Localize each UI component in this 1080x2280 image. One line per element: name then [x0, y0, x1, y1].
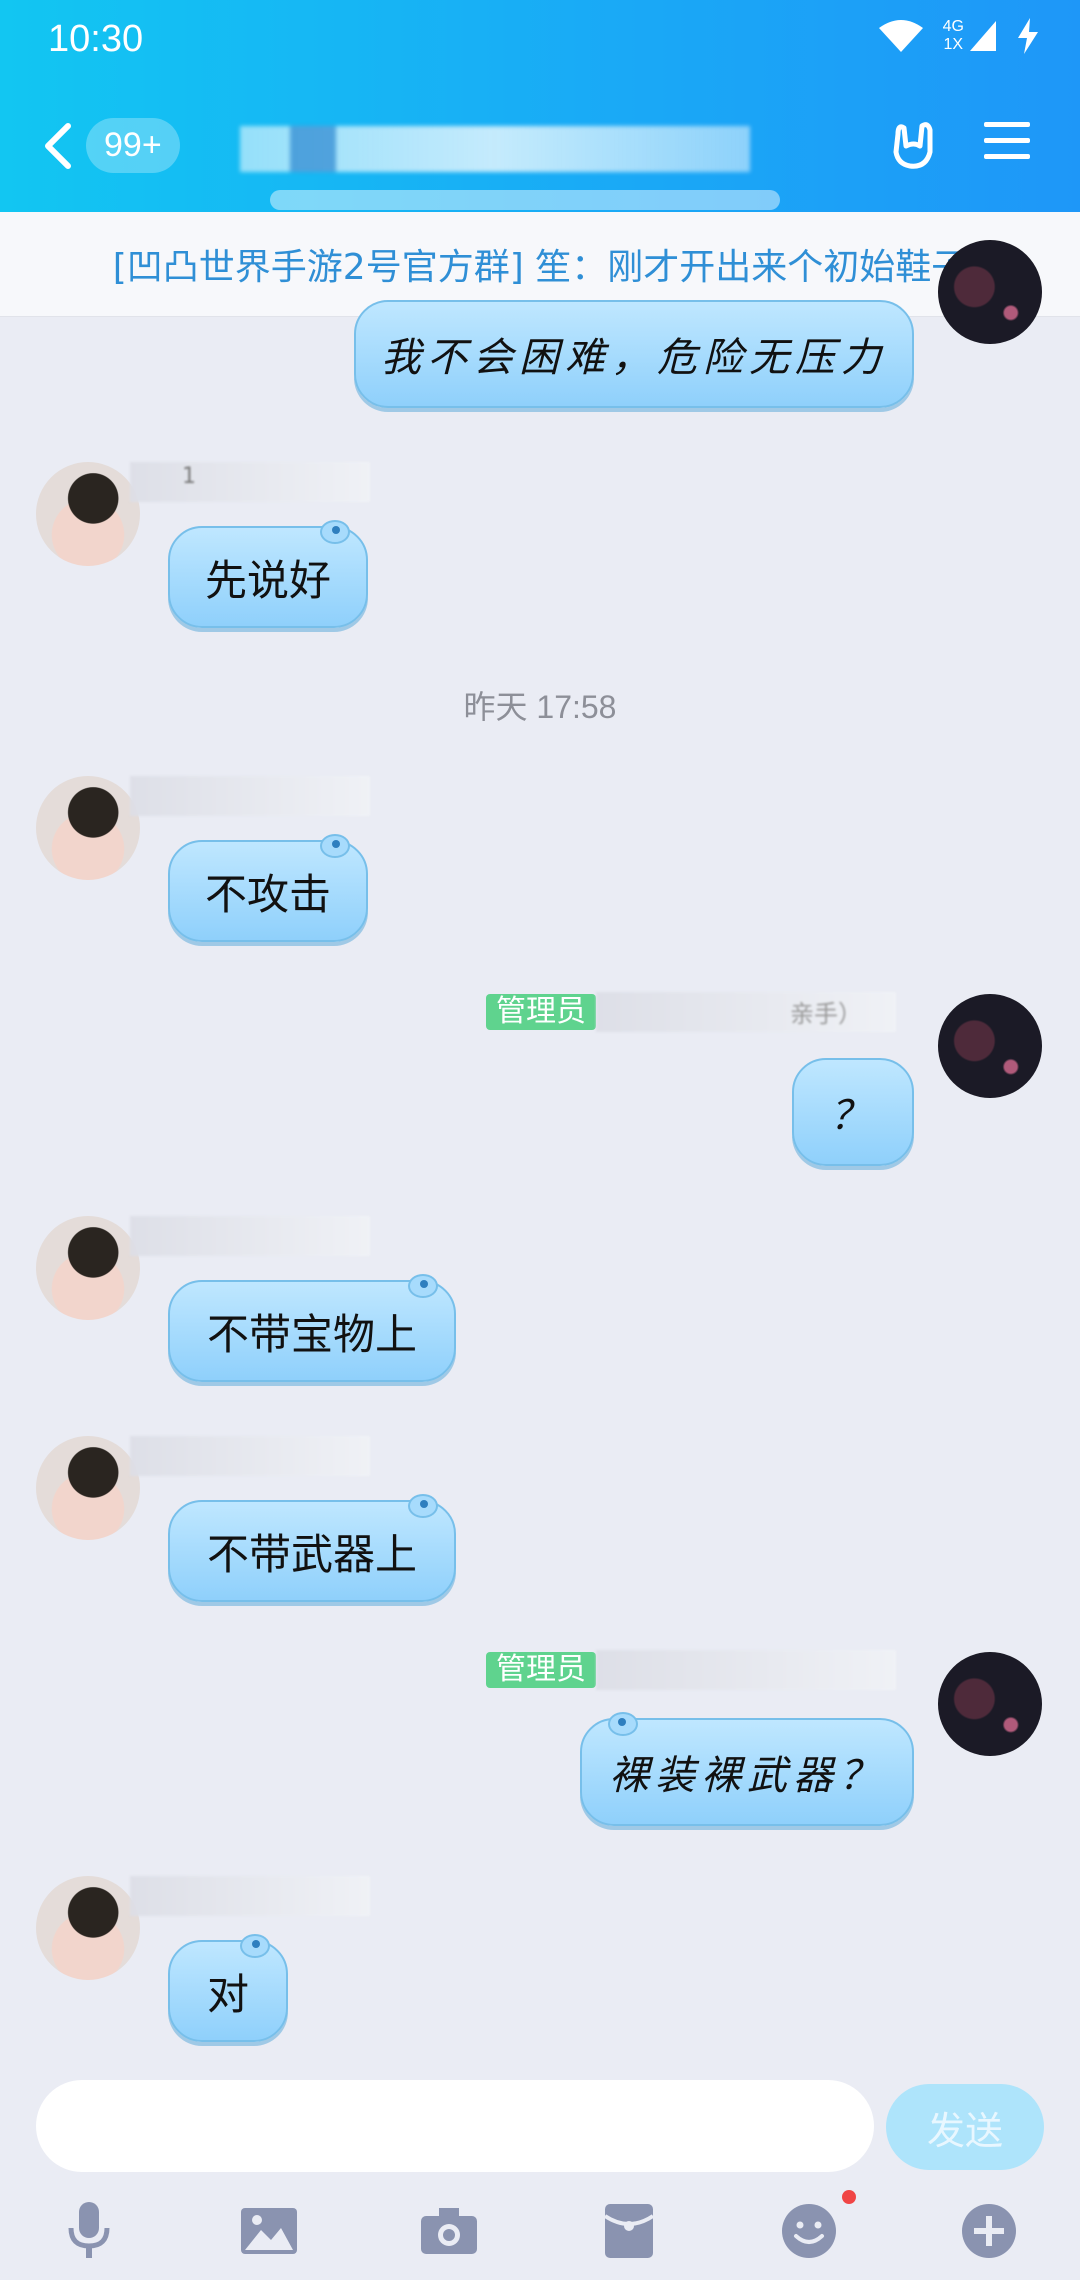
chat-header: 10:30 4G 1X 99+: [0, 0, 1080, 212]
admin-tag: 管理员: [486, 994, 596, 1030]
message-text: 不带宝物上: [206, 1309, 417, 1359]
message-text: 我不会困难，危险无压力: [381, 335, 887, 381]
chat-subtitle-redacted: [270, 190, 780, 210]
sender-name-redacted: [596, 1650, 896, 1690]
image-icon: [241, 2208, 297, 2254]
sender-name-redacted: [130, 1876, 370, 1916]
message-text: 不带武器上: [206, 1529, 417, 1579]
image-button[interactable]: [234, 2196, 304, 2266]
message-text: 裸装裸武器？: [609, 1753, 885, 1799]
chat-title-redacted: [240, 126, 750, 172]
group-app-button[interactable]: [886, 116, 942, 176]
menu-icon: [984, 122, 1030, 159]
sender-name-redacted: [130, 776, 370, 816]
send-button[interactable]: 发送: [886, 2084, 1044, 2170]
message-text: ？: [830, 1093, 876, 1139]
wifi-icon: [878, 20, 923, 52]
emoji-icon: [782, 2204, 836, 2258]
plus-icon: [962, 2204, 1016, 2258]
message-bubble-left[interactable]: 不攻击: [168, 834, 368, 942]
mic-icon: [68, 2202, 110, 2258]
sender-avatar[interactable]: [36, 462, 140, 566]
notification-dot: [842, 2190, 856, 2204]
message-input[interactable]: [36, 2080, 874, 2172]
message-bubble-left[interactable]: 先说好: [168, 520, 368, 628]
my-avatar[interactable]: [938, 1652, 1042, 1756]
message-text: 不攻击: [204, 869, 331, 919]
camera-icon: [421, 2208, 477, 2254]
message-bubble-left[interactable]: 不带武器上: [168, 1494, 456, 1602]
message-bubble-left[interactable]: 对: [168, 1934, 288, 2042]
camera-button[interactable]: [414, 2196, 484, 2266]
message-text: 对: [206, 1969, 249, 2019]
composer: 发送: [0, 2070, 1080, 2180]
sender-name-redacted: 亲手）: [596, 992, 896, 1032]
network-top: 4G: [942, 18, 964, 35]
my-avatar[interactable]: [938, 240, 1042, 344]
sender-avatar[interactable]: [36, 1436, 140, 1540]
menu-button[interactable]: [982, 116, 1032, 170]
input-toolbar: [0, 2186, 1080, 2280]
more-button[interactable]: [954, 2196, 1024, 2266]
back-button[interactable]: 99+: [42, 118, 180, 173]
sender-name-redacted: [130, 1436, 370, 1476]
charging-icon: [1018, 18, 1038, 54]
my-avatar[interactable]: [938, 994, 1042, 1098]
message-text: 先说好: [204, 555, 331, 605]
red-packet-icon: [603, 2204, 655, 2258]
sender-name-redacted: [130, 1216, 370, 1256]
time-divider: 昨天 17:58: [463, 689, 617, 725]
notice-text: [凹凸世界手游2号官方群] 笙：刚才开出来个初始鞋子: [112, 247, 968, 288]
voice-button[interactable]: [54, 2196, 124, 2266]
sender-avatar[interactable]: [36, 1876, 140, 1980]
status-time: 10:30: [48, 18, 144, 60]
red-packet-button[interactable]: [594, 2196, 664, 2266]
message-bubble-right[interactable]: 我不会困难，危险无压力: [354, 300, 914, 408]
signal-icon: [970, 21, 996, 51]
admin-tag: 管理员: [486, 1652, 596, 1688]
emoji-button[interactable]: [774, 2196, 844, 2266]
network-bottom: 1X: [943, 36, 964, 53]
sender-avatar[interactable]: [36, 1216, 140, 1320]
signal-indicator: 4G 1X: [943, 18, 998, 54]
sender-avatar[interactable]: [36, 776, 140, 880]
message-bubble-right[interactable]: ？: [792, 1058, 914, 1166]
chevron-left-icon: [45, 122, 71, 169]
unread-badge: 99+: [86, 118, 180, 173]
message-bubble-right[interactable]: 裸装裸武器？: [580, 1712, 914, 1826]
sender-name-redacted: 1: [130, 462, 370, 502]
status-icons: 4G 1X: [877, 18, 1040, 54]
hand-gesture-icon: [893, 122, 933, 169]
message-bubble-left[interactable]: 不带宝物上: [168, 1274, 456, 1382]
